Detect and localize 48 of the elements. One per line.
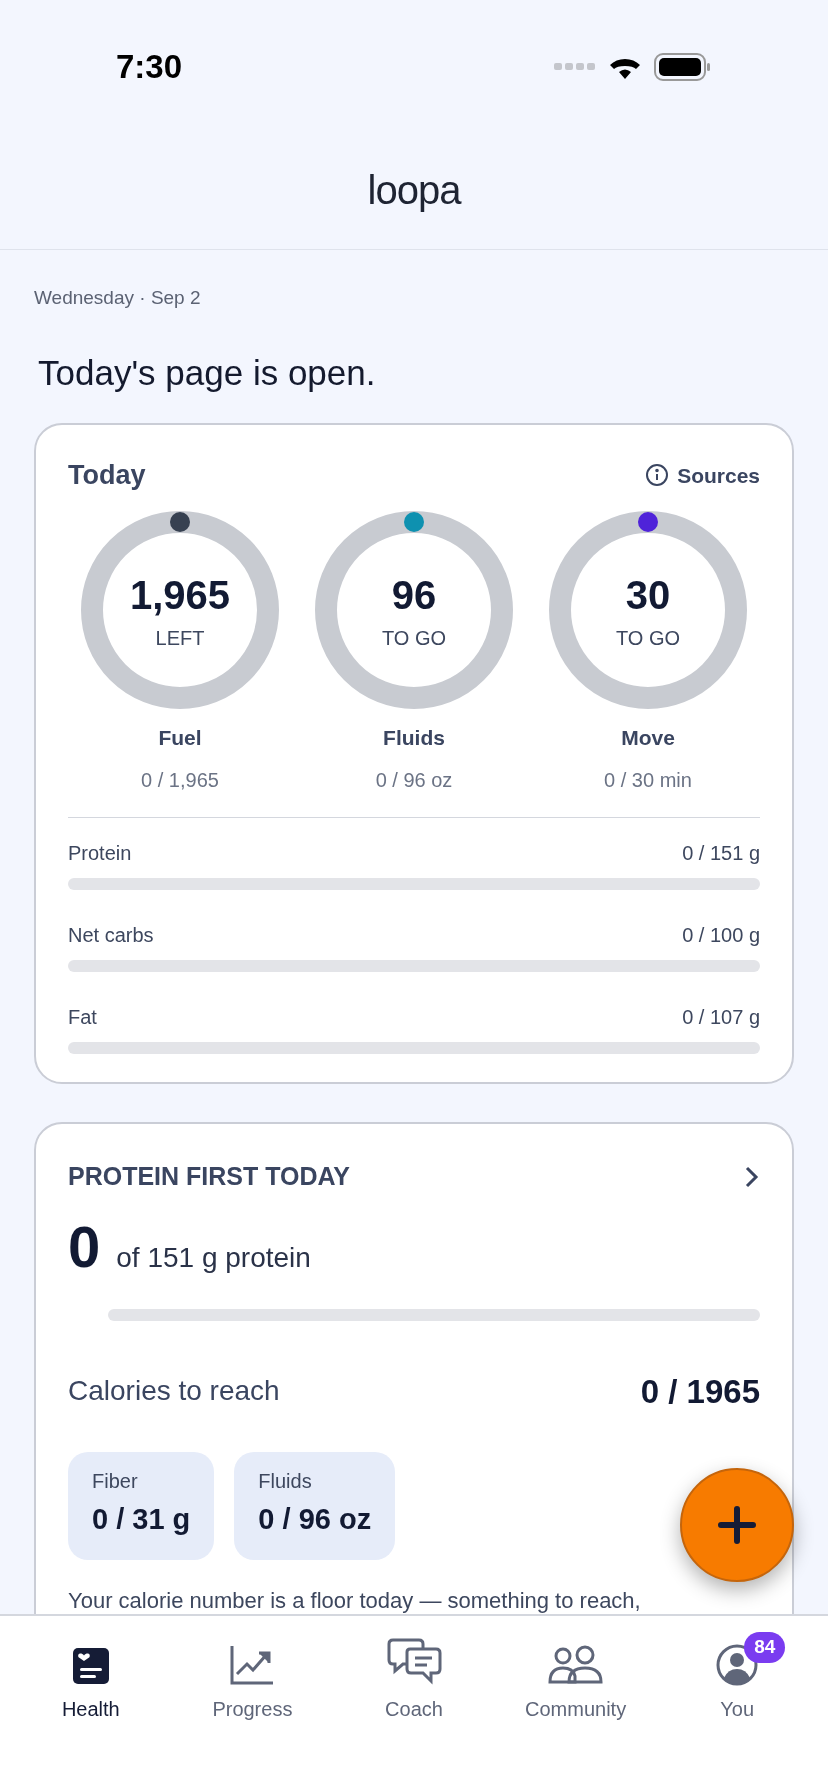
macro-label: Protein: [68, 841, 132, 866]
chevron-right-icon: [744, 1164, 760, 1189]
ring-amount: 0 / 96 oz: [375, 768, 453, 793]
ring-caption: LEFT: [155, 625, 205, 651]
ring-caption: TO GO: [615, 625, 681, 651]
chat-bubbles-icon: [385, 1638, 443, 1686]
info-icon: [645, 463, 670, 488]
tab-item[interactable]: Health: [15, 1636, 166, 1746]
signal-icon: [554, 63, 596, 71]
protein-card-header[interactable]: PROTEIN FIRST TODAY: [68, 1158, 760, 1196]
battery-icon: [654, 53, 712, 81]
macro-label: Fat: [68, 1005, 97, 1030]
tab-item[interactable]: Community: [500, 1636, 651, 1746]
calorie-note: Your calorie number is a floor today — something to reach,: [68, 1586, 642, 1614]
tab-item[interactable]: Coach: [339, 1636, 489, 1746]
ring-label: Fluids: [383, 724, 445, 751]
page-headline: Today's page is open.: [38, 351, 377, 394]
macro-amount: 0 / 100 g: [682, 923, 760, 948]
ring-amount: 0 / 1,965: [141, 768, 219, 793]
ring-caption: TO GO: [381, 625, 447, 651]
date-label: Wednesday · Sep 2: [34, 286, 202, 310]
card-title: Today: [68, 459, 146, 492]
ring-value: 30: [625, 574, 671, 615]
heart-card-icon: [70, 1646, 111, 1686]
sources-link[interactable]: Sources: [645, 459, 760, 491]
macro-label: Net carbs: [68, 923, 154, 948]
tab-item[interactable]: Progress: [177, 1636, 328, 1746]
status-time: 7:30: [116, 47, 183, 88]
plus-icon: [717, 1505, 757, 1545]
ring-label: Fuel: [158, 724, 202, 751]
chip-value: 0 / 31 g: [92, 1502, 191, 1537]
calories-label: Calories to reach: [68, 1374, 280, 1409]
chart-icon: [229, 1644, 276, 1686]
ring-amount: 0 / 30 min: [604, 768, 692, 793]
macro-amount: 0 / 107 g: [682, 1005, 760, 1030]
ring-value: 1,965: [129, 574, 231, 615]
ring-label: Move: [621, 724, 675, 751]
protein-goal: of 151 g protein: [116, 1240, 311, 1275]
app-logo: loopa: [367, 166, 461, 214]
protein-amount: 0: [68, 1217, 101, 1276]
chip-label: Fluids: [258, 1469, 313, 1494]
ring-value: 96: [391, 574, 437, 615]
chip-value: 0 / 96 oz: [258, 1502, 372, 1537]
macro-amount: 0 / 151 g: [682, 841, 760, 866]
calories-value: 0 / 1965: [640, 1371, 760, 1412]
notification-badge: 84: [744, 1632, 786, 1663]
people-icon: [546, 1644, 605, 1686]
chip-label: Fiber: [92, 1469, 139, 1494]
